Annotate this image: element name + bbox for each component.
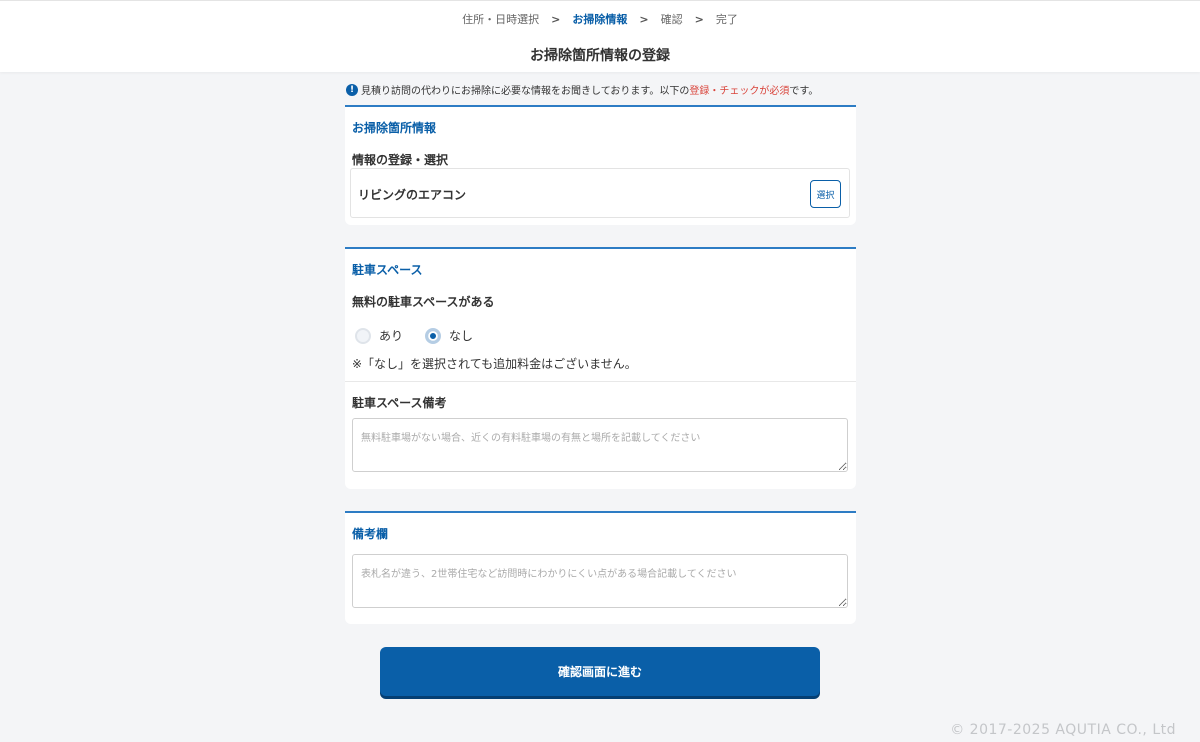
step-address-datetime: 住所・日時選択: [462, 13, 540, 26]
selected-location-box: リビングのエアコン 選択: [350, 168, 850, 218]
notice-text-after: です。: [789, 86, 819, 97]
info-register-label: 情報の登録・選択: [352, 153, 449, 167]
copyright-text: © 2017-2025 AQUTIA CO., Ltd: [950, 722, 1176, 738]
radio-parking-yes[interactable]: [355, 327, 371, 344]
remarks-card: 備考欄: [345, 511, 856, 624]
free-parking-question: 無料の駐車スペースがある: [352, 295, 495, 309]
info-icon: !: [346, 83, 358, 96]
required-notice: ! 見積り訪問の代わりにお掃除に必要な情報をお聞きしております。以下の 登録・チェ…: [346, 82, 856, 97]
parking-remarks-textarea[interactable]: [352, 418, 848, 472]
chevron-right-icon: >: [551, 12, 561, 26]
radio-parking-yes-label[interactable]: あり: [379, 327, 403, 344]
divider: [345, 381, 856, 382]
parking-remarks-label: 駐車スペース備考: [352, 396, 447, 410]
parking-card: 駐車スペース 無料の駐車スペースがある あり なし ※「なし」を選択されても追加…: [345, 247, 856, 489]
proceed-to-confirm-button[interactable]: 確認画面に進む: [380, 647, 820, 696]
notice-highlight: 登録・チェックが必須: [689, 86, 790, 97]
parking-card-title: 駐車スペース: [352, 263, 423, 277]
parking-radio-group: あり なし: [355, 327, 495, 344]
notice-text-before: 見積り訪問の代わりにお掃除に必要な情報をお聞きしております。以下の: [361, 86, 690, 97]
selected-location-value: リビングのエアコン: [358, 188, 467, 202]
cleaning-location-card: お掃除箇所情報 情報の登録・選択 リビングのエアコン 選択: [345, 105, 856, 225]
header-bar: 住所・日時選択 > お掃除情報 > 確認 > 完了 お掃除箇所情報の登録: [0, 0, 1200, 72]
remarks-textarea[interactable]: [352, 554, 848, 608]
remarks-card-title: 備考欄: [352, 527, 389, 541]
radio-parking-no[interactable]: [425, 327, 442, 344]
chevron-right-icon: >: [694, 12, 704, 26]
progress-steps: 住所・日時選択 > お掃除情報 > 確認 > 完了: [0, 11, 1200, 27]
step-confirm: 確認: [660, 13, 683, 26]
page-title: お掃除箇所情報の登録: [530, 48, 670, 64]
parking-fee-note: ※「なし」を選択されても追加料金はございません。: [352, 357, 637, 371]
chevron-right-icon: >: [639, 12, 649, 26]
step-complete: 完了: [715, 13, 738, 26]
select-location-button[interactable]: 選択: [810, 180, 841, 208]
radio-parking-no-label[interactable]: なし: [449, 327, 473, 344]
cleaning-card-title: お掃除箇所情報: [352, 121, 437, 135]
step-cleaning-info: お掃除情報: [572, 13, 628, 26]
